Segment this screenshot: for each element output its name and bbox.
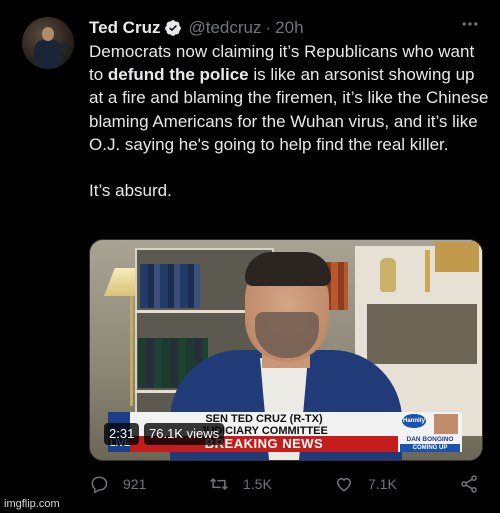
lamp-pole (130, 296, 133, 406)
tweet-header: Ted Cruz @tedcruz · 20h (89, 16, 304, 40)
handle[interactable]: @tedcruz (188, 18, 261, 38)
candlestick (425, 250, 430, 292)
heart-icon (336, 478, 352, 492)
video-duration: 2:31 (104, 423, 140, 445)
tweet-body-bold: defund the police (107, 65, 249, 85)
more-icon[interactable] (458, 14, 482, 38)
video-player[interactable]: LIVE SEN TED CRUZ (R-TX) JUDICIARY COMMI… (89, 239, 483, 461)
watermark: imgflip.com (4, 498, 60, 510)
verified-badge-icon (164, 19, 182, 37)
timestamp[interactable]: 20h (275, 18, 303, 38)
guest-name: DAN BONGINO (406, 436, 454, 443)
separator-dot: · (265, 18, 272, 37)
reply-button[interactable]: 921 (89, 472, 146, 496)
tweet-text: Democrats now claiming it’s Republicans … (89, 40, 489, 202)
share-icon (461, 475, 477, 493)
tweet-body: Democrats now claiming it’s Republicans … (89, 40, 489, 156)
tweet: Ted Cruz @tedcruz · 20h Democrats now cl… (0, 0, 500, 513)
like-button[interactable]: 7.1K (334, 472, 397, 496)
tweet-closing: It’s absurd. (89, 181, 172, 201)
show-logo: Hannity (402, 414, 426, 428)
books-upper (140, 264, 200, 308)
avatar[interactable] (22, 17, 74, 69)
video-views: 76.1K views (144, 423, 225, 445)
guest-subtitle: COMING UP (400, 444, 460, 452)
retweet-button[interactable]: 1.5K (209, 472, 272, 496)
reply-icon (91, 476, 108, 494)
share-button[interactable] (459, 472, 493, 496)
reply-count: 921 (123, 476, 147, 492)
retweet-icon (210, 477, 228, 491)
display-name[interactable]: Ted Cruz (89, 18, 160, 38)
like-count: 7.1K (368, 476, 397, 492)
vase (380, 258, 396, 292)
avatar-figure-head (42, 27, 54, 41)
bookshelf-right-cavity (367, 304, 477, 364)
guest-photo (434, 414, 458, 434)
picture-frame (435, 242, 479, 272)
retweet-count: 1.5K (243, 476, 272, 492)
person-hair (245, 252, 331, 286)
action-bar: 921 1.5K 7.1K (89, 472, 489, 496)
